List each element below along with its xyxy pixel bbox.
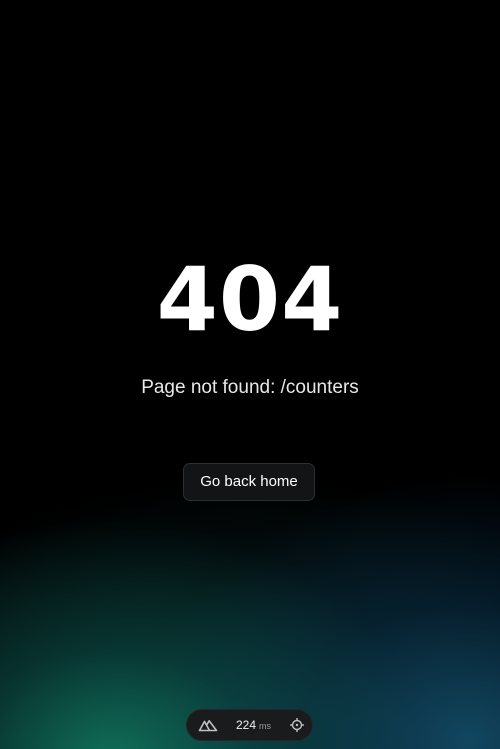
render-time-unit: ms	[259, 721, 272, 731]
go-back-home-button[interactable]: Go back home	[183, 463, 315, 501]
nuxt-icon[interactable]	[198, 718, 218, 732]
error-code: 404	[156, 248, 344, 351]
render-time: 224 ms	[236, 718, 271, 732]
background-gradient	[0, 0, 500, 749]
devtools-bar: 224 ms	[186, 709, 313, 741]
crosshair-icon[interactable]	[289, 717, 305, 733]
error-message: Page not found: /counters	[141, 377, 359, 398]
render-time-value: 224	[236, 718, 257, 732]
